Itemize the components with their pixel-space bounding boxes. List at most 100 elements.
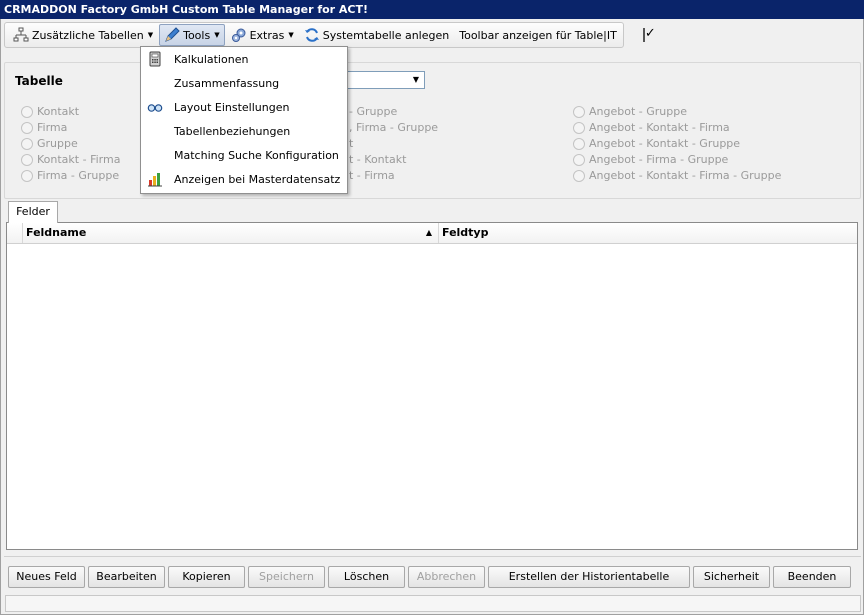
tabelle-label: Tabelle — [15, 74, 63, 88]
radio-label: t — [349, 137, 354, 150]
column-header-feldname[interactable]: Feldname ▲ — [23, 223, 439, 243]
radio-label: Firma — [37, 121, 68, 134]
tabelle-panel: Tabelle ▼ Kontakt Firma Gruppe Kontakt -… — [4, 62, 861, 199]
grid-row-selector-header — [7, 223, 23, 243]
radio-angebot-firma-gruppe[interactable]: Angebot - Firma - Gruppe — [573, 153, 728, 166]
radio-firma[interactable]: Firma — [21, 121, 67, 134]
historientabelle-button[interactable]: Erstellen der Historientabelle — [488, 566, 690, 588]
menu-item-anzeigen-masterdatensatz[interactable]: Anzeigen bei Masterdatensatz — [141, 167, 347, 191]
speichern-button[interactable]: Speichern — [248, 566, 325, 588]
radio-circle — [573, 137, 585, 150]
tools-button[interactable]: Tools ▼ — [159, 24, 225, 46]
radio-circle — [21, 153, 33, 166]
zusaetzliche-tabellen-button[interactable]: Zusätzliche Tabellen ▼ — [9, 24, 157, 46]
extras-label: Extras — [249, 28, 285, 42]
menu-item-label: Matching Suche Konfiguration — [174, 148, 339, 162]
toolbar: Zusätzliche Tabellen ▼ Tools ▼ Extras ▼ … — [4, 22, 656, 48]
sicherheit-button[interactable]: Sicherheit — [693, 566, 770, 588]
systemtabelle-anlegen-button[interactable]: Systemtabelle anlegen — [300, 24, 453, 46]
bar-chart-icon — [147, 171, 163, 187]
kopieren-button[interactable]: Kopieren — [168, 566, 245, 588]
radio-label: t - Firma — [349, 169, 395, 182]
radio-label: t - Kontakt — [349, 153, 407, 166]
radio-circle — [573, 121, 585, 134]
column-header-label: Feldname — [26, 226, 87, 239]
main-window: Zusätzliche Tabellen ▼ Tools ▼ Extras ▼ … — [0, 19, 864, 615]
toolbar-anzeigen-label: Toolbar anzeigen für Table|IT — [459, 28, 617, 42]
radio-col2-2[interactable]: , Firma - Gruppe — [349, 121, 438, 134]
zusaetzliche-tabellen-label: Zusätzliche Tabellen — [32, 28, 144, 42]
column-header-label: Feldtyp — [442, 226, 489, 239]
chevron-down-icon: ▼ — [147, 31, 154, 39]
radio-label: Angebot - Kontakt - Firma — [589, 121, 730, 134]
radio-label: Gruppe — [37, 137, 78, 150]
refresh-icon — [304, 27, 320, 43]
menu-item-label: Anzeigen bei Masterdatensatz — [174, 172, 341, 186]
radio-label: Angebot - Firma - Gruppe — [589, 153, 729, 166]
abbrechen-button[interactable]: Abbrechen — [408, 566, 485, 588]
radio-label: Angebot - Gruppe — [589, 105, 687, 118]
neues-feld-button[interactable]: Neues Feld — [8, 566, 85, 588]
tabelle-combobox[interactable]: ▼ — [335, 71, 425, 89]
radio-angebot-kontakt-gruppe[interactable]: Angebot - Kontakt - Gruppe — [573, 137, 740, 150]
radio-label: Kontakt — [37, 105, 80, 118]
beenden-button[interactable]: Beenden — [773, 566, 851, 588]
menu-item-label: Tabellenbeziehungen — [174, 124, 291, 138]
menu-item-matching-suche[interactable]: Matching Suche Konfiguration — [141, 143, 347, 167]
radio-kontakt-firma[interactable]: Kontakt - Firma — [21, 153, 120, 166]
radio-circle — [21, 137, 33, 150]
calculator-icon — [147, 51, 163, 67]
felder-tab-area: Felder Feldname ▲ Feldtyp — [4, 199, 861, 553]
window-title: CRMADDON Factory GmbH Custom Table Manag… — [0, 0, 864, 19]
radio-col2-1[interactable]: - Gruppe — [349, 105, 397, 118]
radio-label: Firma - Gruppe — [37, 169, 120, 182]
radio-circle — [21, 105, 33, 118]
menu-item-zusammenfassung[interactable]: Zusammenfassung — [141, 71, 347, 95]
tools-dropdown-menu: Kalkulationen Zusammenfassung Layout Ein… — [140, 46, 348, 194]
button-bar: Neues Feld Bearbeiten Kopieren Speichern… — [4, 556, 861, 588]
glasses-icon — [147, 99, 163, 115]
chevron-down-icon[interactable]: ▼ — [408, 72, 424, 88]
radio-firma-gruppe[interactable]: Firma - Gruppe — [21, 169, 119, 182]
radio-col2-3[interactable]: t — [349, 137, 353, 150]
radio-kontakt[interactable]: Kontakt — [21, 105, 79, 118]
radio-circle — [21, 169, 33, 182]
pencil-icon — [164, 27, 180, 43]
grid-header: Feldname ▲ Feldtyp — [7, 223, 857, 244]
gears-icon — [231, 27, 247, 43]
radio-col2-4[interactable]: t - Kontakt — [349, 153, 406, 166]
radio-label: Kontakt - Firma — [37, 153, 121, 166]
radio-col2-5[interactable]: t - Firma — [349, 169, 395, 182]
sort-ascending-icon: ▲ — [425, 228, 432, 237]
menu-item-label: Zusammenfassung — [174, 76, 280, 90]
radio-circle — [573, 105, 585, 118]
systemtabelle-anlegen-label: Systemtabelle anlegen — [322, 28, 450, 42]
table-tree-icon — [13, 27, 29, 43]
radio-circle — [573, 153, 585, 166]
felder-grid[interactable]: Feldname ▲ Feldtyp — [6, 222, 858, 550]
tools-label: Tools — [183, 28, 211, 42]
loeschen-button[interactable]: Löschen — [328, 566, 405, 588]
tab-felder[interactable]: Felder — [8, 201, 58, 223]
radio-label: , Firma - Gruppe — [349, 121, 439, 134]
menu-item-label: Layout Einstellungen — [174, 100, 290, 114]
radio-angebot-kontakt-firma-gruppe[interactable]: Angebot - Kontakt - Firma - Gruppe — [573, 169, 781, 182]
radio-circle — [21, 121, 33, 134]
radio-label: Angebot - Kontakt - Firma - Gruppe — [589, 169, 782, 182]
menu-item-tabellenbeziehungen[interactable]: Tabellenbeziehungen — [141, 119, 347, 143]
status-bar — [5, 595, 861, 612]
column-header-feldtyp[interactable]: Feldtyp — [439, 223, 857, 243]
radio-angebot-gruppe[interactable]: Angebot - Gruppe — [573, 105, 687, 118]
menu-item-layout-einstellungen[interactable]: Layout Einstellungen — [141, 95, 347, 119]
radio-angebot-kontakt-firma[interactable]: Angebot - Kontakt - Firma — [573, 121, 730, 134]
menu-item-kalkulationen[interactable]: Kalkulationen — [141, 47, 347, 71]
chevron-down-icon: ▼ — [214, 31, 220, 39]
menu-item-label: Kalkulationen — [174, 52, 249, 66]
extras-button[interactable]: Extras ▼ — [227, 24, 298, 46]
radio-circle — [573, 169, 585, 182]
radio-gruppe[interactable]: Gruppe — [21, 137, 78, 150]
radio-label: Angebot - Kontakt - Gruppe — [589, 137, 741, 150]
toolbar-anzeigen-checkbox[interactable] — [642, 26, 656, 42]
bearbeiten-button[interactable]: Bearbeiten — [88, 566, 165, 588]
radio-label: - Gruppe — [349, 105, 398, 118]
